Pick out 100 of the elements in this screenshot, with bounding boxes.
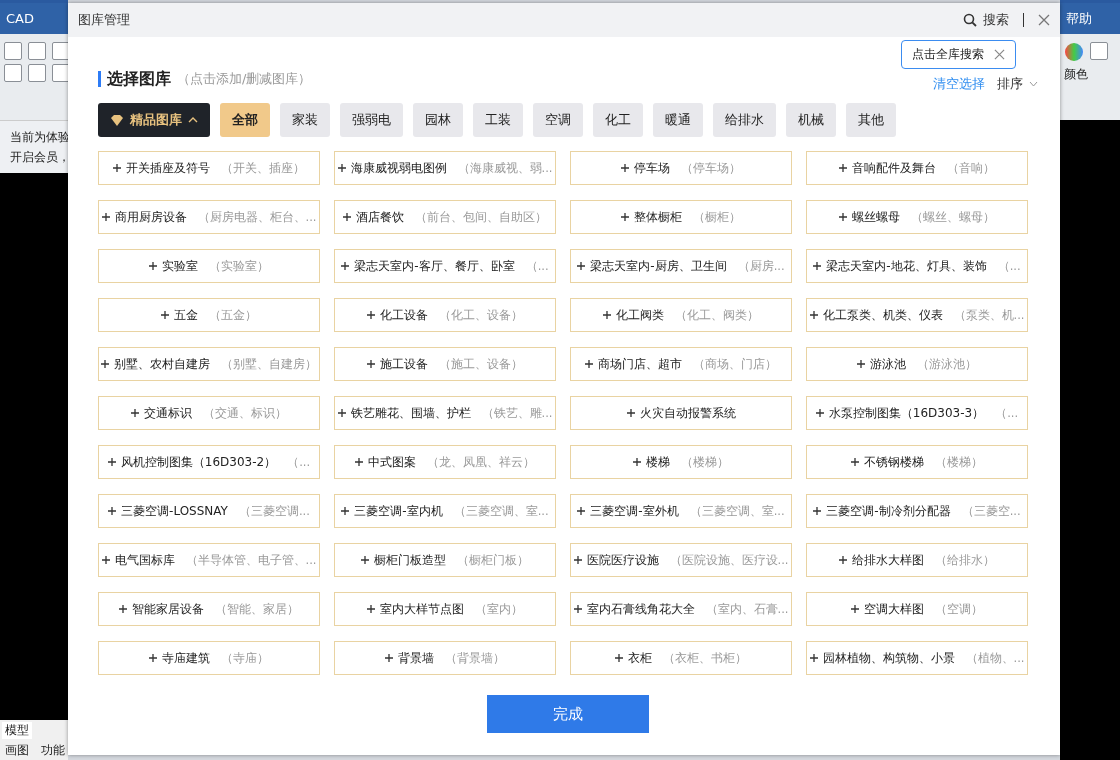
library-card[interactable]: 三菱空调-室内机 （三菱空调、室... — [334, 494, 556, 528]
library-card[interactable]: 梁志天室内-客厅、餐厅、卧室 （... — [334, 249, 556, 283]
toolbar-icon[interactable] — [4, 64, 22, 82]
plus-icon — [355, 458, 363, 466]
color-label: 颜色 — [1064, 66, 1088, 82]
library-card[interactable]: 智能家居设备 （智能、家居） — [98, 592, 320, 626]
library-card[interactable]: 寺庙建筑 （寺庙） — [98, 641, 320, 675]
category-tab[interactable]: 空调 — [533, 103, 583, 137]
done-button[interactable]: 完成 — [487, 695, 649, 733]
category-tab[interactable]: 其他 — [846, 103, 896, 137]
library-card[interactable]: 整体橱柜 （橱柜） — [570, 200, 792, 234]
plus-icon — [149, 262, 157, 270]
library-card[interactable]: 楼梯 （楼梯） — [570, 445, 792, 479]
plus-icon — [633, 458, 641, 466]
plus-icon — [161, 311, 169, 319]
library-card[interactable]: 化工设备 （化工、设备） — [334, 298, 556, 332]
category-tab[interactable]: 全部 — [220, 103, 270, 137]
plus-icon — [839, 164, 847, 172]
category-tab[interactable]: 工装 — [473, 103, 523, 137]
library-card[interactable]: 室内大样节点图 （室内） — [334, 592, 556, 626]
toolbar-icon[interactable] — [28, 64, 46, 82]
library-card[interactable]: 开关插座及符号 （开关、插座） — [98, 151, 320, 185]
library-card[interactable]: 化工阀类 （化工、阀类） — [570, 298, 792, 332]
library-card[interactable]: 游泳池 （游泳池） — [806, 347, 1028, 381]
library-card[interactable]: 化工泵类、机类、仪表 （泵类、机... — [806, 298, 1028, 332]
library-card[interactable]: 交通标识 （交通、标识） — [98, 396, 320, 430]
search-icon — [963, 13, 977, 27]
library-card[interactable]: 音响配件及舞台 （音响） — [806, 151, 1028, 185]
plus-icon — [367, 311, 375, 319]
toolbar-icon[interactable] — [4, 42, 22, 60]
library-card[interactable]: 三菱空调-LOSSNAY （三菱空调... — [98, 494, 320, 528]
section-hint: （点击添加/删减图库） — [177, 70, 312, 88]
library-card[interactable]: 橱柜门板造型 （橱柜门板） — [334, 543, 556, 577]
library-card[interactable]: 电气国标库 （半导体管、电子管、... — [98, 543, 320, 577]
library-card[interactable]: 三菱空调-室外机 （三菱空调、室... — [570, 494, 792, 528]
section-title: 选择图库 — [107, 68, 171, 90]
category-tab[interactable]: 暖通 — [653, 103, 703, 137]
library-card[interactable]: 园林植物、构筑物、小景 （植物、... — [806, 641, 1028, 675]
library-card[interactable]: 火灾自动报警系统 — [570, 396, 792, 430]
plus-icon — [385, 654, 393, 662]
plus-icon — [615, 654, 623, 662]
category-tab[interactable]: 化工 — [593, 103, 643, 137]
category-tab[interactable]: 给排水 — [713, 103, 776, 137]
library-card[interactable]: 不锈钢楼梯 （楼梯） — [806, 445, 1028, 479]
toolbar-icon[interactable] — [28, 42, 46, 60]
chevron-down-icon — [1029, 81, 1038, 87]
library-card[interactable]: 空调大样图 （空调） — [806, 592, 1028, 626]
library-card[interactable]: 水泵控制图集（16D303-3） （... — [806, 396, 1028, 430]
bottom-tab[interactable]: 画图 — [2, 741, 32, 759]
library-card[interactable]: 停车场 （停车场） — [570, 151, 792, 185]
plus-icon — [131, 409, 139, 417]
library-card[interactable]: 室内石膏线角花大全 （室内、石膏... — [570, 592, 792, 626]
library-card[interactable]: 别墅、农村自建房 （别墅、自建房） — [98, 347, 320, 381]
library-card[interactable]: 实验室 （实验室） — [98, 249, 320, 283]
category-tab[interactable]: 家装 — [280, 103, 330, 137]
library-card[interactable]: 海康威视弱电图例 （海康威视、弱... — [334, 151, 556, 185]
plus-icon — [367, 605, 375, 613]
plus-icon — [113, 164, 121, 172]
library-card[interactable]: 给排水大样图 （给排水） — [806, 543, 1028, 577]
plus-icon — [101, 213, 110, 221]
sort-dropdown[interactable]: 排序 — [997, 75, 1038, 93]
library-card[interactable]: 梁志天室内-厨房、卫生间 （厨房... — [570, 249, 792, 283]
library-card[interactable]: 中式图案 （龙、凤凰、祥云） — [334, 445, 556, 479]
library-card[interactable]: 施工设备 （施工、设备） — [334, 347, 556, 381]
library-card[interactable]: 商场门店、超市 （商场、门店） — [570, 347, 792, 381]
plus-icon — [813, 507, 822, 515]
close-icon[interactable] — [1038, 14, 1050, 26]
search-button[interactable]: 搜索 — [963, 11, 1009, 29]
sheet-tab[interactable]: 模型 — [2, 721, 32, 739]
plus-icon — [101, 360, 109, 368]
category-tab[interactable]: 强弱电 — [340, 103, 403, 137]
library-card[interactable]: 风机控制图集（16D303-2） （... — [98, 445, 320, 479]
library-card[interactable]: 医院医疗设施 （医院设施、医疗设... — [570, 543, 792, 577]
plus-icon — [107, 458, 116, 466]
library-card[interactable]: 三菱空调-制冷剂分配器 （三菱空... — [806, 494, 1028, 528]
plus-icon — [603, 311, 611, 319]
library-card[interactable]: 背景墙 （背景墙） — [334, 641, 556, 675]
toolbar-icon[interactable] — [1090, 42, 1108, 60]
plus-icon — [626, 409, 635, 417]
library-card[interactable]: 五金 （五金） — [98, 298, 320, 332]
library-card[interactable]: 商用厨房设备 （厨房电器、柜台、... — [98, 200, 320, 234]
bottom-tab[interactable]: 功能 — [38, 741, 68, 759]
category-tab[interactable]: 机械 — [786, 103, 836, 137]
plus-icon — [149, 654, 157, 662]
plus-icon — [361, 556, 369, 564]
library-card[interactable]: 梁志天室内-地花、灯具、装饰 （... — [806, 249, 1028, 283]
plus-icon — [343, 213, 351, 221]
category-tab[interactable]: 园林 — [413, 103, 463, 137]
plus-icon — [367, 360, 375, 368]
plus-icon — [573, 556, 582, 564]
color-wheel-icon[interactable] — [1064, 42, 1084, 62]
clear-selection-link[interactable]: 清空选择 — [933, 75, 985, 93]
notice-text: 开启会员， — [10, 149, 70, 165]
plus-icon — [813, 262, 822, 270]
library-card[interactable]: 酒店餐饮 （前台、包间、自助区） — [334, 200, 556, 234]
premium-library-button[interactable]: 精品图库 — [98, 103, 210, 137]
library-card[interactable]: 螺丝螺母 （螺丝、螺母） — [806, 200, 1028, 234]
close-icon[interactable] — [994, 49, 1005, 60]
library-card[interactable]: 衣柜 （衣柜、书柜） — [570, 641, 792, 675]
library-card[interactable]: 铁艺雕花、围墙、护栏 （铁艺、雕... — [334, 396, 556, 430]
